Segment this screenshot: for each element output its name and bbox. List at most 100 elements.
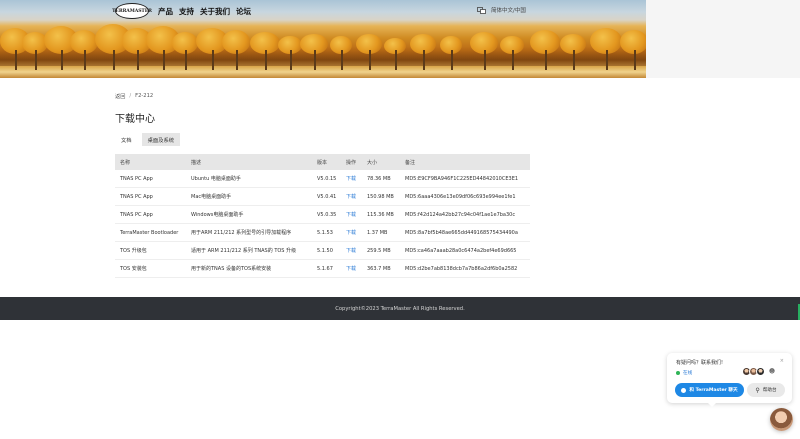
nav-item-about[interactable]: 关于我们 xyxy=(200,6,230,17)
nav-item-support[interactable]: 支持 xyxy=(179,6,194,17)
cell-name: TNAS PC App xyxy=(120,193,153,200)
language-selector[interactable]: 简体中文/中国 xyxy=(477,6,526,14)
tree-trunk xyxy=(395,50,397,70)
cell-note: MD5:f42d124a42bb27c94c04f1ae1e7ba30c xyxy=(405,211,516,218)
tree-trunk xyxy=(212,50,214,70)
chat-status: 在线 xyxy=(676,370,692,376)
cell-note: MD5:8a7bf5b48ae665dd44916857543449​0a xyxy=(405,229,518,236)
table-row: TNAS PC App Windows电脑桌面助手 V5.0.35 下载 115… xyxy=(115,206,530,224)
cell-version: 5.1.50 xyxy=(317,247,333,254)
breadcrumb-back[interactable]: 返回 xyxy=(115,93,125,100)
footer-copyright: Copyright©2023 TerraMaster All Rights Re… xyxy=(335,305,465,312)
table-row: TNAS PC App Ubuntu 电脑桌面助手 V5.0.15 下载 78.… xyxy=(115,170,530,188)
search-icon: ⚲ xyxy=(755,386,760,394)
chat-status-label: 在线 xyxy=(683,371,693,376)
agent-avatars: ☻ xyxy=(742,367,776,376)
table-row: TOS 升级包 适用于 ARM 211/212 系列 TNAS的 TOS 升级 … xyxy=(115,242,530,260)
help-button-label: 帮助台 xyxy=(762,388,777,393)
cell-size: 150.98 MB xyxy=(367,193,394,200)
cell-version: 5.1.53 xyxy=(317,229,333,236)
cell-description: Mac电脑桌面助手 xyxy=(191,194,232,200)
tree-trunk xyxy=(314,50,316,70)
header-version: 版本 xyxy=(317,159,328,166)
download-link[interactable]: 下载 xyxy=(342,211,363,218)
cell-size: 363.7 MB xyxy=(367,265,391,272)
tree-trunk xyxy=(185,50,187,70)
tree-trunk xyxy=(606,50,608,70)
banner-ground xyxy=(0,66,646,78)
tree-trunk xyxy=(137,50,139,70)
tree-trunk xyxy=(113,50,115,70)
chat-tail xyxy=(706,401,718,407)
cell-description: Windows电脑桌面助手 xyxy=(191,212,244,218)
header-description: 描述 xyxy=(191,159,202,166)
chat-question: 有疑问吗？联系我们! xyxy=(676,360,724,366)
help-desk-button[interactable]: ⚲ 帮助台 xyxy=(747,383,785,397)
cell-name: TNAS PC App xyxy=(120,211,153,218)
cell-description: Ubuntu 电脑桌面助手 xyxy=(191,176,241,182)
cell-note: MD5:6aaa4306e13e09df06c693e994ee1fe1 xyxy=(405,193,516,200)
cell-note: MD5:d2be7ab8138dcb7a7b86a2df6b0a2582 xyxy=(405,265,518,272)
tree-trunk xyxy=(84,50,86,70)
cell-size: 78.36 MB xyxy=(367,175,391,182)
breadcrumb-current: F2-212 xyxy=(135,93,154,99)
cell-description: 适用于 ARM 211/212 系列 TNAS的 TOS 升级 xyxy=(191,248,297,254)
tree-trunk xyxy=(545,50,547,70)
header-right-area xyxy=(646,0,800,78)
download-link[interactable]: 下载 xyxy=(342,229,363,236)
chat-bubble-icon xyxy=(681,387,687,393)
download-link[interactable]: 下载 xyxy=(342,175,363,182)
download-link[interactable]: 下载 xyxy=(342,265,363,272)
table-row: TNAS PC App Mac电脑桌面助手 V5.0.41 下载 150.98 … xyxy=(115,188,530,206)
breadcrumb: 返回 / F2-212 xyxy=(115,93,153,100)
cell-note: MD5:E9CF9BA946F1C225ED44842010CE3E1 xyxy=(405,175,519,182)
nav-links: 产品 支持 关于我们 论坛 xyxy=(158,6,251,17)
tree-trunk xyxy=(35,50,37,70)
cell-name: TOS 安装包 xyxy=(120,266,147,272)
tree-trunk xyxy=(512,50,514,70)
terramaster-logo[interactable]: TERRAMASTER xyxy=(112,3,152,19)
cell-version: 5.1.67 xyxy=(317,265,333,272)
cell-size: 259.5 MB xyxy=(367,247,391,254)
language-label: 简体中文/中国 xyxy=(491,8,526,14)
tree-crown xyxy=(620,30,646,54)
close-icon[interactable]: × xyxy=(780,358,784,364)
cell-description: 用于ARM 211/212 系列型号的引导加载程序 xyxy=(191,230,292,236)
downloads-table: 名称 描述 版本 操作 大小 备注 TNAS PC App Ubuntu 电脑桌… xyxy=(115,154,530,278)
cell-note: MD5:ca46a7aaab28a0c6474a2bef4e69d665 xyxy=(405,247,517,254)
tree-trunk xyxy=(236,50,238,70)
tab-desktop-system[interactable]: 桌面及系统 xyxy=(141,133,181,146)
download-link[interactable]: 下载 xyxy=(342,247,363,254)
tree-trunk xyxy=(341,50,343,70)
nav-item-products[interactable]: 产品 xyxy=(158,6,173,17)
top-nav: TERRAMASTER 产品 支持 关于我们 论坛 xyxy=(112,2,251,20)
cell-name: TOS 升级包 xyxy=(120,248,147,254)
tree-trunk xyxy=(163,50,165,70)
cell-name: TerraMaster Bootloader xyxy=(120,229,179,236)
chat-button-label: 和 TerraMaster 聊天 xyxy=(689,388,738,393)
tree-trunk xyxy=(451,50,453,70)
cell-size: 1.37 MB xyxy=(367,229,388,236)
tree-trunk xyxy=(484,50,486,70)
cell-version: V5.0.35 xyxy=(317,211,337,218)
tree-trunk xyxy=(423,50,425,70)
download-link[interactable]: 下载 xyxy=(342,193,363,200)
footer: Copyright©2023 TerraMaster All Rights Re… xyxy=(0,297,800,320)
tab-bar: 文档 桌面及系统 xyxy=(115,133,181,146)
chat-launcher-avatar[interactable] xyxy=(770,408,793,431)
tab-documents[interactable]: 文档 xyxy=(115,133,138,146)
table-body: TNAS PC App Ubuntu 电脑桌面助手 V5.0.15 下载 78.… xyxy=(115,170,530,278)
table-row: TOS 安装包 用于新的TNAS 设备的TOS系统安装 5.1.67 下载 36… xyxy=(115,260,530,278)
cell-description: 用于新的TNAS 设备的TOS系统安装 xyxy=(191,266,272,272)
header-note: 备注 xyxy=(405,159,416,166)
header-name: 名称 xyxy=(120,159,131,166)
avatar xyxy=(756,367,765,376)
header-action: 操作 xyxy=(346,159,357,166)
nav-item-forum[interactable]: 论坛 xyxy=(236,6,251,17)
cell-version: V5.0.15 xyxy=(317,175,337,182)
chat-with-terramaster-button[interactable]: 和 TerraMaster 聊天 xyxy=(675,383,744,397)
tree-trunk xyxy=(573,50,575,70)
tree-trunk xyxy=(290,50,292,70)
page-title: 下载中心 xyxy=(115,114,155,125)
tree-trunk xyxy=(15,50,17,70)
